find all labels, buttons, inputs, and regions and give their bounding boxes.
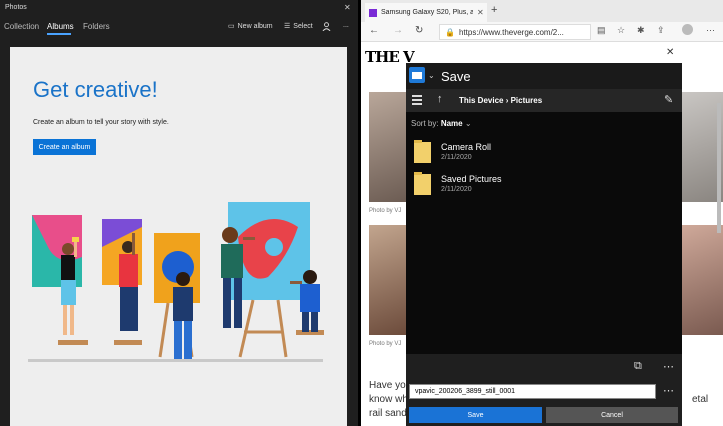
url-text: https://www.theverge.com/2... bbox=[458, 27, 564, 37]
nav-albums[interactable]: Albums bbox=[47, 22, 74, 31]
address-toolbar: ← → ↻ 🔒 https://www.theverge.com/2... ▤ … bbox=[361, 22, 723, 42]
reading-view-icon[interactable]: ▤ bbox=[597, 25, 606, 36]
close-tab-icon[interactable]: ✕ bbox=[477, 8, 484, 17]
page-scrollbar[interactable] bbox=[717, 103, 721, 233]
save-button[interactable]: Save bbox=[409, 407, 542, 423]
folder-date: 2/11/2020 bbox=[441, 154, 472, 161]
desktop: Photos ✕ Collection Albums Folders ▭ New… bbox=[0, 0, 723, 426]
file-type-options-icon[interactable]: ⋯ bbox=[663, 384, 674, 397]
dialog-footer: ⧉ ⋯ vpavic_200206_3899_still_0001 ⋯ Save… bbox=[406, 354, 682, 426]
collections-icon[interactable]: ✱ bbox=[637, 25, 645, 36]
create-album-button[interactable]: Create an album bbox=[33, 139, 96, 155]
folder-icon bbox=[414, 172, 431, 195]
active-tab-indicator bbox=[47, 33, 71, 35]
chevron-down-icon[interactable]: ⌄ bbox=[428, 71, 435, 80]
folder-name: Camera Roll bbox=[441, 142, 492, 152]
article-photo bbox=[369, 92, 411, 202]
select-button[interactable]: ☰ Select bbox=[284, 22, 313, 31]
page-title: Get creative! bbox=[33, 77, 158, 102]
tab-bar: Samsung Galaxy S20, Plus, and U ✕ + bbox=[361, 0, 723, 22]
profile-avatar[interactable] bbox=[682, 24, 693, 35]
back-icon[interactable]: ← bbox=[369, 25, 379, 36]
file-explorer-icon bbox=[409, 67, 425, 83]
select-icon: ☰ bbox=[284, 23, 291, 30]
new-album-button[interactable]: ▭ New album bbox=[228, 22, 273, 31]
new-album-icon: ▭ bbox=[228, 23, 235, 30]
address-bar[interactable]: 🔒 https://www.theverge.com/2... bbox=[439, 24, 591, 40]
verge-favicon-icon bbox=[369, 8, 377, 17]
up-arrow-icon[interactable]: ↑ bbox=[437, 93, 443, 105]
location-bar: ↑ This Device › Pictures ✎ bbox=[406, 89, 682, 112]
article-photo bbox=[681, 225, 723, 335]
edit-path-icon[interactable]: ✎ bbox=[664, 93, 673, 106]
folder-icon bbox=[414, 140, 431, 163]
more-options-icon[interactable]: ... bbox=[343, 22, 349, 29]
chevron-down-icon: ⌄ bbox=[464, 119, 472, 128]
close-icon[interactable]: ✕ bbox=[344, 3, 351, 12]
folder-item[interactable]: Camera Roll 2/11/2020 bbox=[414, 139, 594, 167]
art-gallery-illustration bbox=[28, 202, 324, 362]
forward-icon[interactable]: → bbox=[393, 25, 403, 36]
photo-credit: Photo by VJ bbox=[369, 208, 402, 214]
hamburger-menu-icon[interactable] bbox=[412, 95, 422, 105]
new-album-label: New album bbox=[237, 22, 273, 30]
dialog-header: ⌄ Save bbox=[406, 63, 682, 89]
sort-value: Name bbox=[440, 119, 463, 128]
share-icon[interactable]: ⇪ bbox=[657, 25, 665, 36]
save-dialog: ⌄ Save ↑ This Device › Pictures ✎ Sort b… bbox=[406, 63, 682, 426]
new-tab-button[interactable]: + bbox=[491, 4, 497, 16]
more-options-icon[interactable]: ⋯ bbox=[663, 360, 674, 373]
sort-label: Sort by: bbox=[411, 119, 439, 128]
dialog-title: Save bbox=[441, 69, 471, 84]
browser-tab[interactable]: Samsung Galaxy S20, Plus, and U ✕ bbox=[365, 3, 487, 22]
refresh-icon[interactable]: ↻ bbox=[415, 25, 423, 36]
filename-input[interactable]: vpavic_200206_3899_still_0001 bbox=[409, 384, 656, 399]
folder-name: Saved Pictures bbox=[441, 174, 502, 184]
cancel-button[interactable]: Cancel bbox=[546, 407, 678, 423]
select-label: Select bbox=[293, 22, 313, 30]
new-folder-icon[interactable]: ⧉ bbox=[634, 360, 642, 373]
photo-credit: Photo by VJ bbox=[369, 341, 402, 347]
breadcrumb[interactable]: This Device › Pictures bbox=[459, 96, 542, 105]
folder-date: 2/11/2020 bbox=[441, 186, 472, 193]
sort-control[interactable]: Sort by: Name ⌄ bbox=[411, 119, 472, 128]
article-photo bbox=[369, 225, 411, 335]
browser-menu-icon[interactable]: ⋯ bbox=[706, 25, 715, 36]
tab-title: Samsung Galaxy S20, Plus, and U bbox=[381, 9, 473, 16]
article-text-right: etal bbox=[692, 394, 709, 405]
window-title: Photos bbox=[5, 4, 27, 11]
close-overlay-icon[interactable]: ✕ bbox=[666, 47, 674, 58]
page-subtitle: Create an album to tell your story with … bbox=[33, 119, 169, 126]
lock-icon: 🔒 bbox=[445, 27, 455, 37]
albums-empty-state: Get creative! Create an album to tell yo… bbox=[10, 47, 347, 426]
nav-collection[interactable]: Collection bbox=[4, 22, 39, 31]
favorites-star-icon[interactable]: ☆ bbox=[617, 25, 625, 36]
nav-folders[interactable]: Folders bbox=[83, 22, 110, 31]
account-icon[interactable] bbox=[322, 22, 331, 31]
photos-window: Photos ✕ Collection Albums Folders ▭ New… bbox=[0, 0, 358, 426]
folder-item[interactable]: Saved Pictures 2/11/2020 bbox=[414, 171, 594, 199]
